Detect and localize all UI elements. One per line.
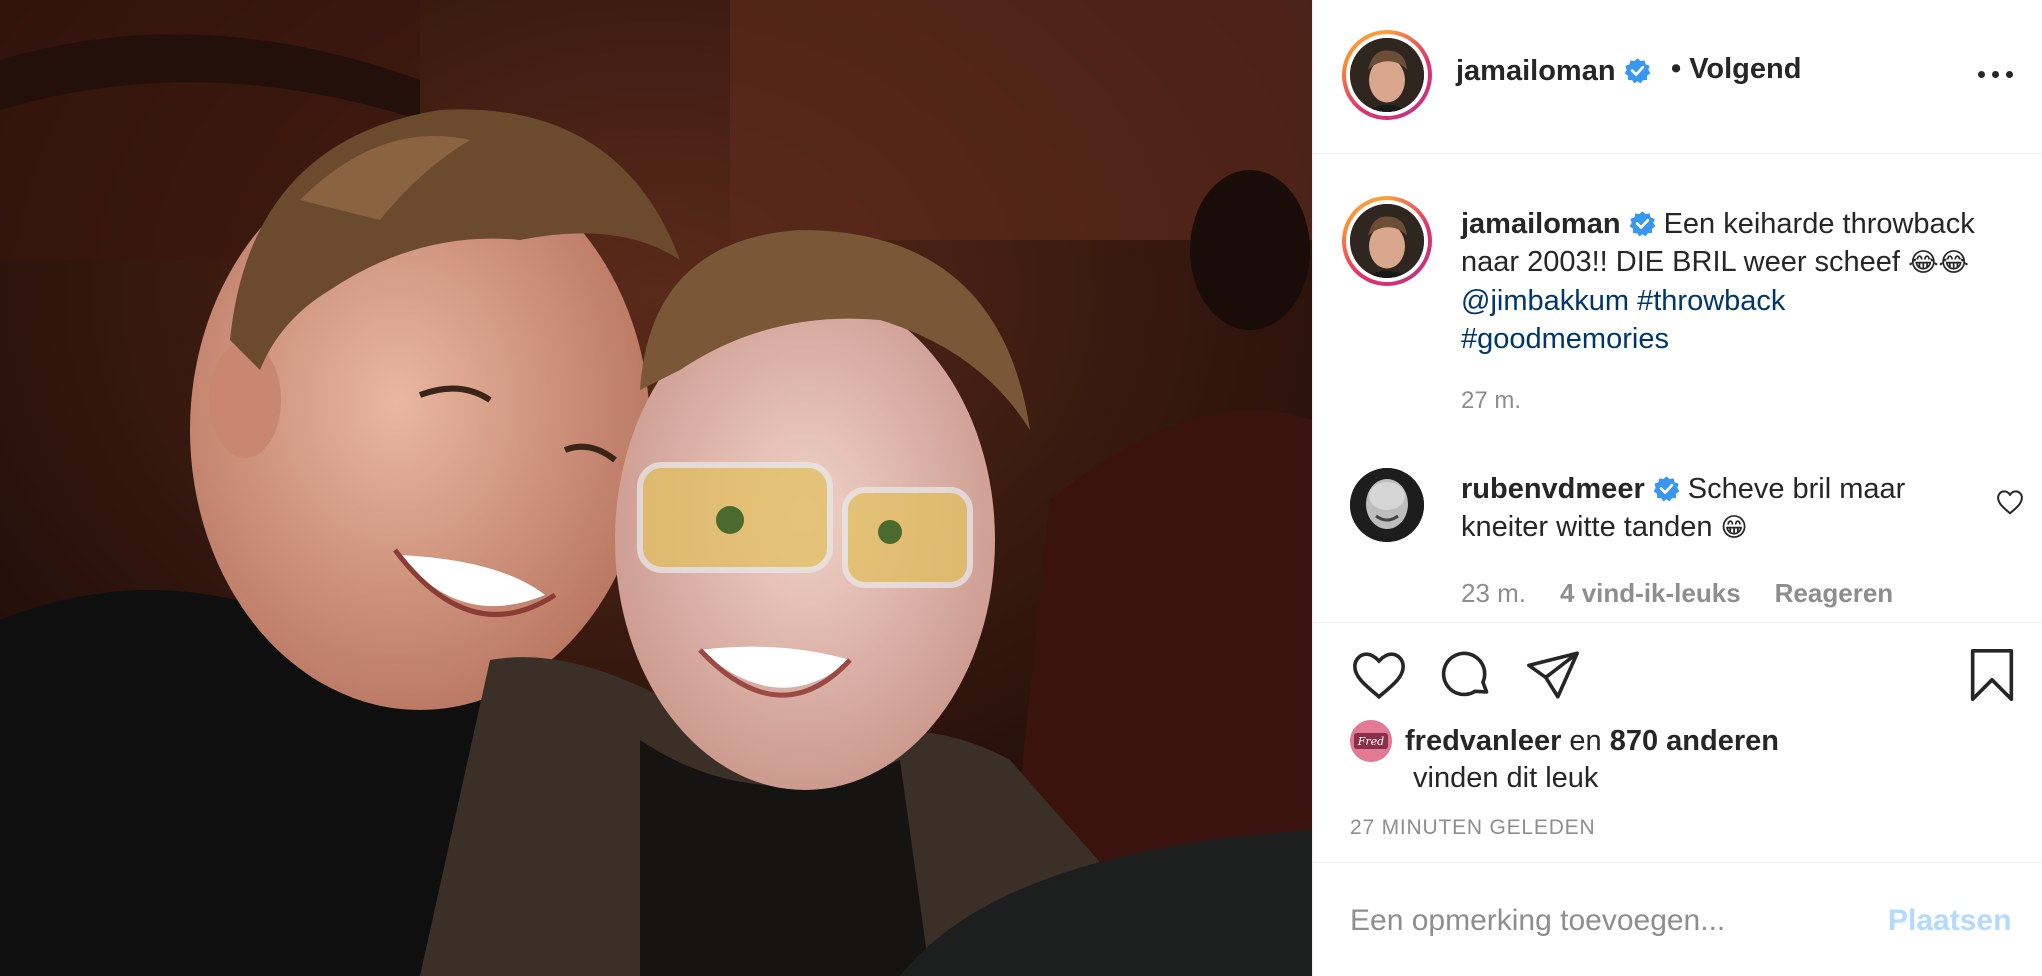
comment-username-text[interactable]: rubenvdmeer xyxy=(1461,473,1645,505)
commenter-avatar[interactable] xyxy=(1350,468,1424,542)
comment-emoji: 😁 xyxy=(1720,513,1748,543)
caption-text: jamailoman Een keiharde throwback naar 20… xyxy=(1461,205,2021,358)
likes-summary: fredvanleer en 870 anderen xyxy=(1405,722,1779,760)
comment-input[interactable] xyxy=(1350,899,1870,943)
likes-others-count[interactable]: 870 anderen xyxy=(1610,725,1779,757)
caption-hashtag-link[interactable]: #goodmemories xyxy=(1461,323,1669,355)
post-header: jamailoman • Volgend xyxy=(1313,0,2042,154)
author-username-text[interactable]: jamailoman xyxy=(1456,55,1616,87)
comment-meta: 23 m. 4 vind-ik-leuks Reageren xyxy=(1461,578,1927,609)
verified-badge-icon xyxy=(1629,211,1655,237)
liker-username[interactable]: fredvanleer xyxy=(1405,725,1561,757)
likes-suffix: vinden dit leuk xyxy=(1413,762,1599,794)
comment-text: rubenvdmeer Scheve bril maar kneiter witt… xyxy=(1461,470,1971,547)
comment-username[interactable]: rubenvdmeer xyxy=(1461,473,1688,505)
avatar-image xyxy=(1350,204,1424,278)
post-timestamp[interactable]: 27 MINUTEN GELEDEN xyxy=(1350,816,1595,840)
avatar-image xyxy=(1350,38,1424,112)
post-comment-button[interactable]: Plaatsen xyxy=(1888,904,2011,938)
add-comment-bar: Plaatsen xyxy=(1313,862,2042,976)
reply-button[interactable]: Reageren xyxy=(1775,578,1894,608)
author-username[interactable]: jamailoman xyxy=(1456,55,1651,88)
comment-likes[interactable]: 4 vind-ik-leuks xyxy=(1560,578,1741,608)
caption-avatar[interactable] xyxy=(1342,196,1432,286)
comment-time[interactable]: 23 m. xyxy=(1461,578,1526,608)
comment-bubble-icon[interactable] xyxy=(1437,646,1495,704)
bookmark-icon[interactable] xyxy=(1963,646,2021,704)
liker-avatar-text: Fred xyxy=(1357,735,1384,748)
actions-divider xyxy=(1313,622,2042,623)
caption-emoji: 😂😂 xyxy=(1908,248,1969,278)
likes-connector: en xyxy=(1561,725,1610,757)
caption-hashtag-link[interactable]: #throwback xyxy=(1637,285,1785,317)
follow-status[interactable]: • Volgend xyxy=(1671,53,1801,86)
verified-badge-icon xyxy=(1624,58,1650,84)
post-side-panel: jamailoman • Volgend jamailoman Een keiha… xyxy=(1312,0,2042,976)
caption-time[interactable]: 27 m. xyxy=(1461,387,1521,415)
avatar-image xyxy=(1350,468,1424,542)
paper-plane-icon[interactable] xyxy=(1524,646,1582,704)
caption-username-text[interactable]: jamailoman xyxy=(1461,208,1621,240)
author-avatar[interactable] xyxy=(1342,30,1432,120)
caption-mention-link[interactable]: @jimbakkum xyxy=(1461,285,1629,317)
caption-username[interactable]: jamailoman xyxy=(1461,208,1664,240)
more-options-icon[interactable] xyxy=(1976,58,2016,88)
avatar-image: Fred xyxy=(1350,720,1392,762)
heart-icon[interactable] xyxy=(1350,646,1408,704)
selfie-photo-illustration xyxy=(0,0,1312,976)
post-photo[interactable] xyxy=(0,0,1312,976)
verified-badge-icon xyxy=(1653,476,1680,502)
liker-avatar[interactable]: Fred xyxy=(1350,720,1392,762)
comment-heart-icon[interactable] xyxy=(1995,487,2025,517)
follow-status-label[interactable]: Volgend xyxy=(1689,53,1801,85)
